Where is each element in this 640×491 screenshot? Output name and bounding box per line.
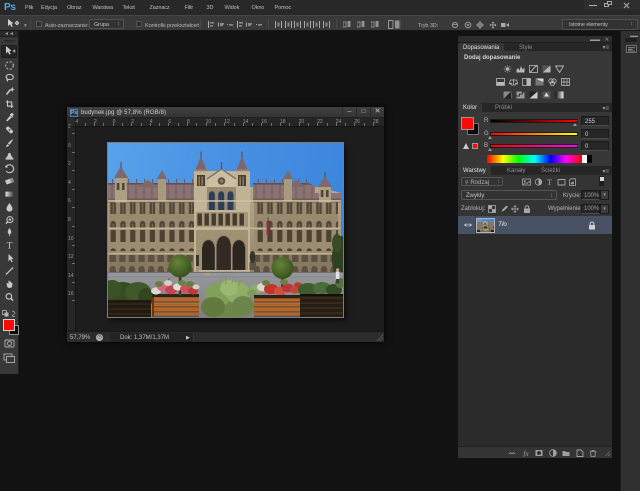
svg-text:T: T xyxy=(547,178,552,186)
svg-text:fx: fx xyxy=(523,449,529,457)
svg-text:T: T xyxy=(7,241,13,251)
